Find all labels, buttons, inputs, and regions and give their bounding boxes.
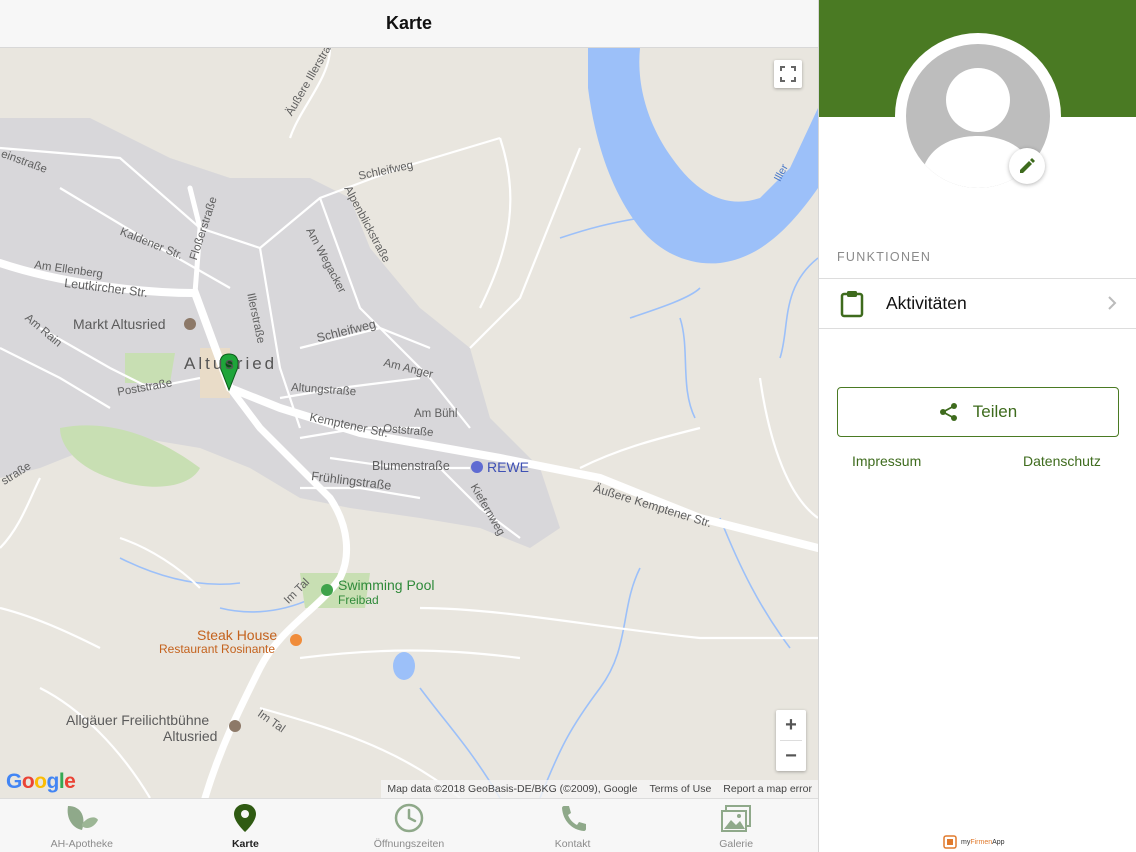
report-map-error-link[interactable]: Report a map error [723,783,812,795]
tab-label: Galerie [719,838,754,850]
google-logo[interactable]: Google [6,770,76,794]
clipboard-icon [839,290,865,318]
leaf-icon [67,806,98,830]
tab-label: Kontakt [554,838,591,850]
brand-prefix: my [961,838,971,846]
map-label-town: Altusried [184,354,278,373]
tab-kontakt[interactable]: Kontakt [491,799,655,852]
share-button[interactable]: Teilen [837,387,1119,437]
map-label-restaurant-sub: Restaurant Rosinante [159,642,276,656]
google-logo-letter: o [34,770,47,793]
tab-ah-apotheke[interactable]: AH-Apotheke [0,799,164,852]
townhall-marker[interactable] [184,318,196,330]
impressum-link[interactable]: Impressum [852,453,921,469]
map-label-pool-sub: Freibad [338,593,379,607]
map-label-restaurant: Steak House [197,627,278,643]
map-label-theatre: Allgäuer Freilichtbühne [66,712,210,728]
terms-of-use-link[interactable]: Terms of Use [649,783,711,795]
zoom-in-button[interactable]: + [776,710,806,740]
share-label: Teilen [972,402,1018,421]
brand-logo: myFirmenApp [943,834,1005,850]
page-title: Karte [385,13,433,33]
chevron-right-icon [1108,296,1117,310]
map-label-street: Am Bühl [414,408,458,420]
app-window: Karte Äußere Illerstraße Schleifweg eins… [0,0,1136,852]
google-logo-letter: G [6,770,22,793]
map-label-townhall: Markt Altusried [73,316,166,332]
datenschutz-link[interactable]: Datenschutz [1023,453,1101,469]
section-title-funktionen: FUNKTIONEN [837,250,932,264]
pond [393,652,415,680]
fullscreen-button[interactable] [774,60,802,88]
tab-bar: AH-Apotheke Karte Öffnungszeiten Kontakt… [0,798,818,852]
restaurant-marker[interactable] [290,634,302,646]
edit-profile-button[interactable] [1009,148,1045,184]
tab-oeffnungszeiten[interactable]: Öffnungszeiten [327,799,491,852]
map-data-text: Map data ©2018 GeoBasis-DE/BKG (©2009), … [387,783,638,795]
side-panel: FUNKTIONEN Aktivitäten Teilen Impressum … [818,0,1136,852]
map-view[interactable]: Äußere Illerstraße Schleifweg einstraße … [0,48,818,798]
share-icon [939,403,957,421]
map-attribution: Map data ©2018 GeoBasis-DE/BKG (©2009), … [381,780,818,798]
brand-suffix: App [992,838,1005,846]
brand-highlight: Firmen [970,838,993,846]
google-logo-letter: g [46,770,60,793]
rewe-marker[interactable] [471,461,483,473]
clock-icon [394,803,424,833]
phone-icon [561,806,586,831]
zoom-control: + − [776,710,806,771]
map-label-theatre-sub: Altusried [163,728,218,744]
zoom-out-button[interactable]: − [776,741,806,771]
app-logo-icon [943,835,957,849]
theatre-marker[interactable] [229,720,241,732]
tab-label: Öffnungszeiten [373,838,445,850]
map-label-rewe: REWE [487,459,529,475]
map-pin-icon [234,804,257,832]
tab-label: Karte [231,838,259,850]
brand-text: myFirmenApp [961,839,1005,846]
google-logo-letter: e [64,770,76,793]
tab-label: AH-Apotheke [50,838,114,850]
pool-marker[interactable] [321,584,333,596]
map-label-pool: Swimming Pool [338,577,435,593]
main-area: Karte Äußere Illerstraße Schleifweg eins… [0,0,818,852]
menu-item-label: Aktivitäten [886,293,967,313]
google-logo-letter: o [21,770,35,793]
gallery-icon [721,805,752,832]
fullscreen-icon [780,66,796,82]
pencil-icon [1020,158,1035,173]
tab-galerie[interactable]: Galerie [654,799,818,852]
map-label-street: Blumenstraße [372,459,450,473]
menu-item-aktivitaeten[interactable]: Aktivitäten [819,278,1136,329]
tab-karte[interactable]: Karte [164,799,328,852]
navigation-bar: Karte [0,0,818,48]
